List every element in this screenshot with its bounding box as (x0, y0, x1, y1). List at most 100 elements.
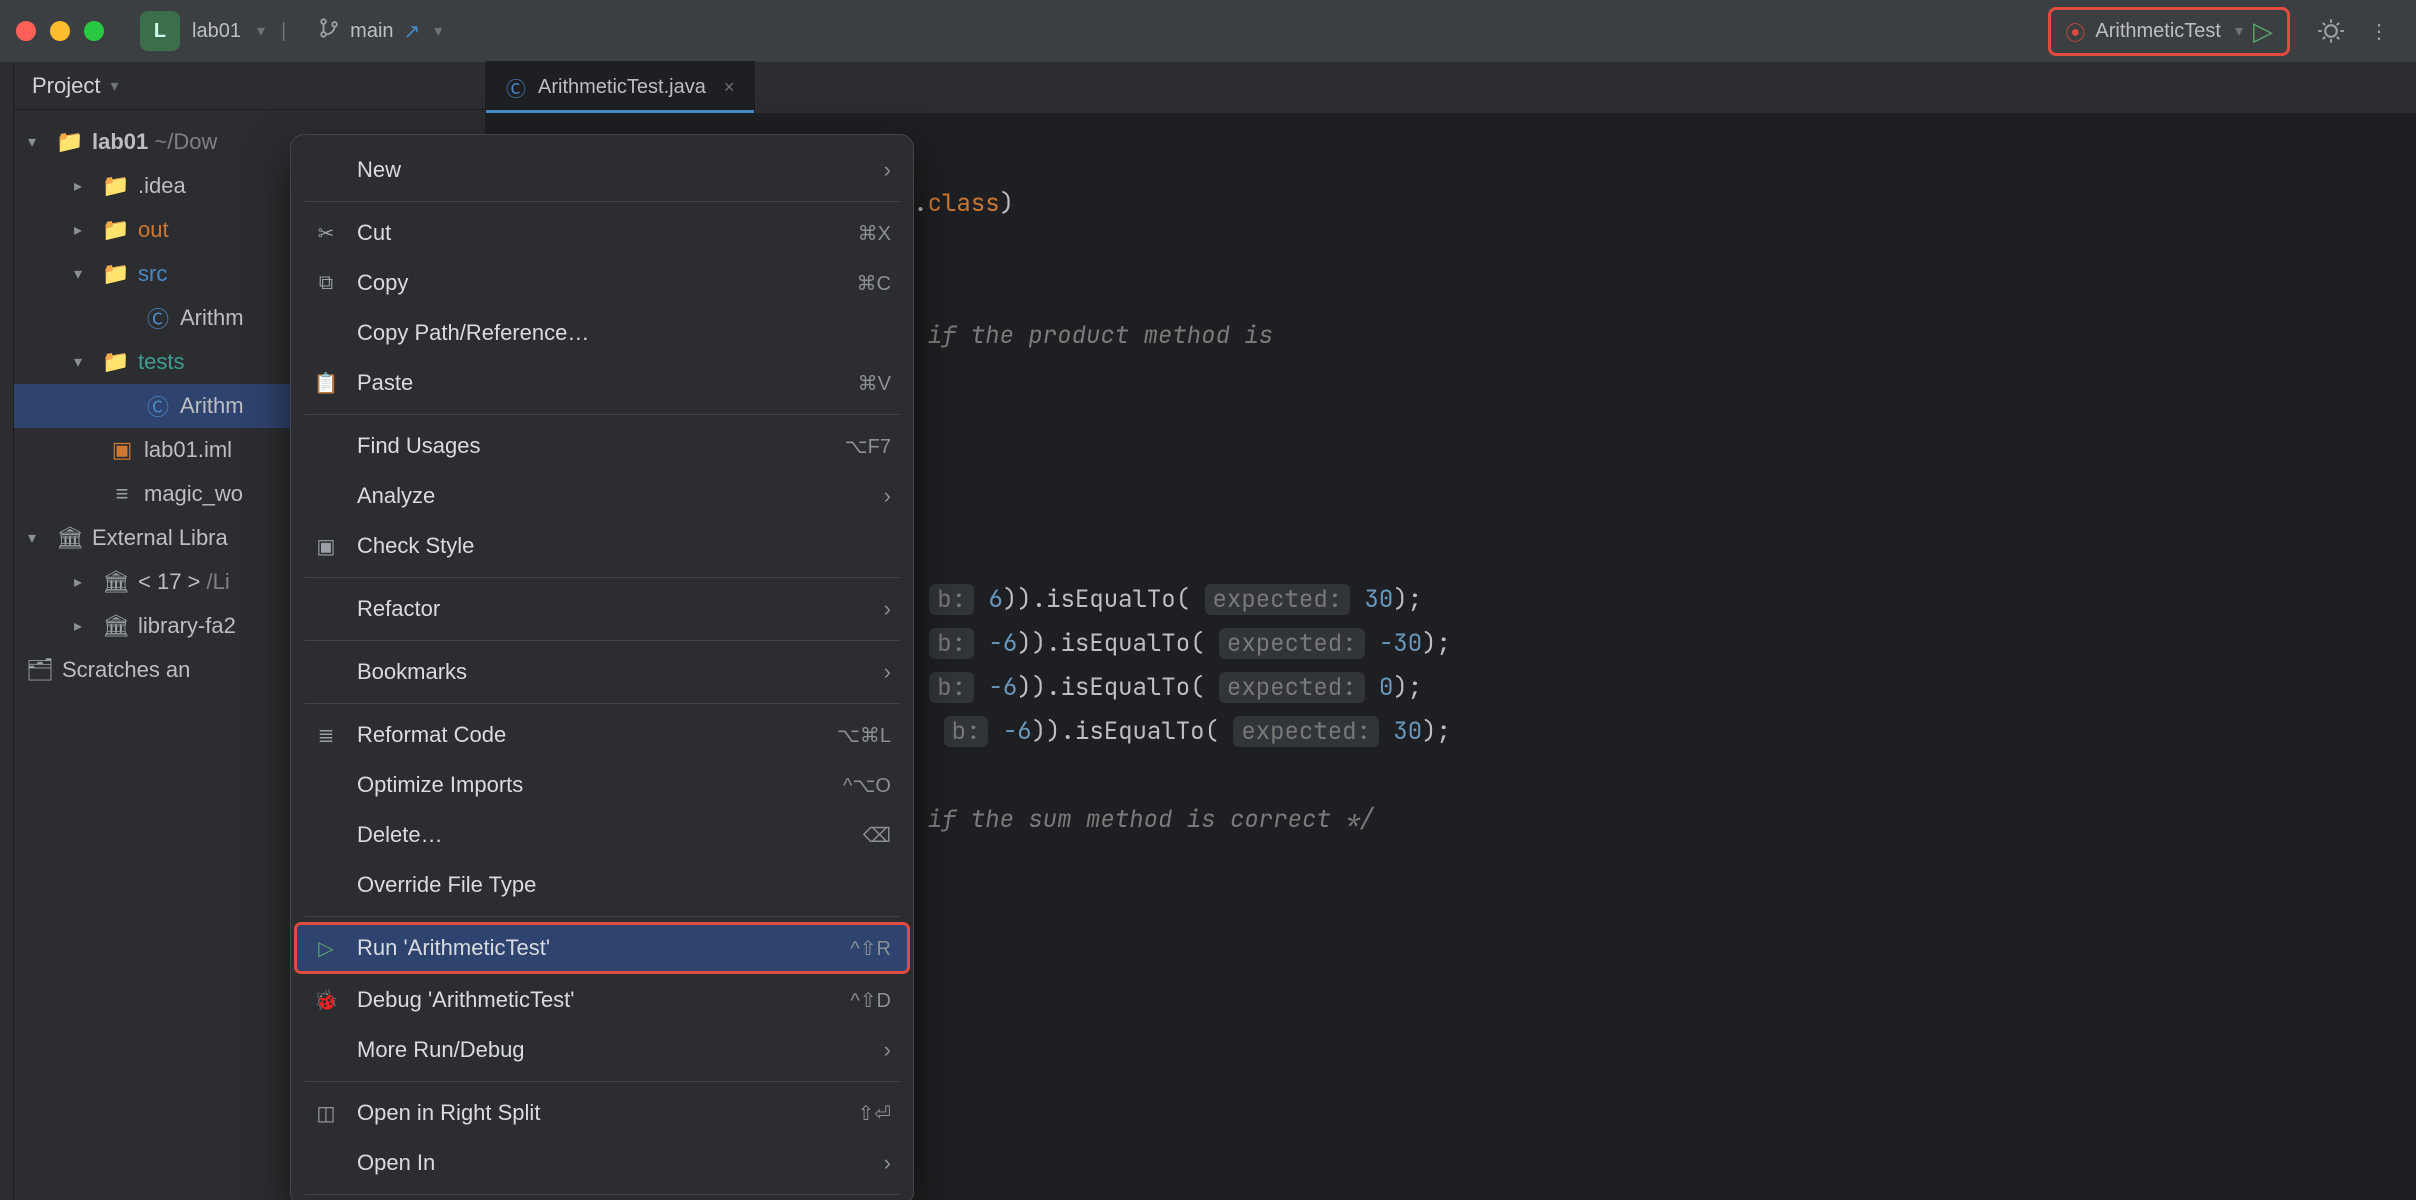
text-file-icon: ≡ (110, 481, 134, 507)
tree-label: tests (138, 349, 184, 375)
chevron-right-icon: ▸ (74, 220, 94, 240)
menu-label: Analyze (357, 483, 866, 509)
menu-debug-test[interactable]: 🐞 Debug 'ArithmeticTest' ^⇧D (291, 975, 913, 1025)
copy-icon: ⧉ (313, 272, 339, 295)
menu-separator (305, 703, 899, 704)
menu-shortcut: ⌫ (863, 823, 891, 848)
menu-more-run-debug[interactable]: More Run/Debug (291, 1025, 913, 1075)
menu-copy[interactable]: ⧉ Copy ⌘C (291, 258, 913, 308)
menu-bookmarks[interactable]: Bookmarks (291, 647, 913, 697)
menu-shortcut: ^⇧R (850, 936, 891, 961)
project-selector[interactable]: L lab01 ▾ (130, 7, 275, 55)
code-num: 6 (988, 584, 1002, 615)
scratch-icon: 🗂 (28, 657, 52, 683)
menu-find-usages[interactable]: Find Usages ⌥F7 (291, 421, 913, 471)
git-branch-selector[interactable]: main ↗ ▾ (318, 17, 442, 45)
menu-separator (305, 577, 899, 578)
menu-delete[interactable]: Delete… ⌫ (291, 810, 913, 860)
menu-open-right-split[interactable]: ◫ Open in Right Split ⇧⏎ (291, 1088, 913, 1138)
menu-cut[interactable]: ✂ Cut ⌘X (291, 208, 913, 258)
folder-icon: 📁 (104, 349, 128, 375)
close-icon[interactable]: × (724, 77, 735, 98)
run-config-selector[interactable]: ⦿ ArithmeticTest ▾ ▷ (2048, 7, 2290, 56)
more-button[interactable]: ⋮ (2358, 10, 2400, 52)
menu-reformat[interactable]: ≣ Reformat Code ⌥⌘L (291, 710, 913, 760)
code-num: 30 (1365, 584, 1394, 615)
menu-optimize[interactable]: Optimize Imports ^⌥O (291, 760, 913, 810)
branch-icon (318, 17, 340, 45)
tree-label: .idea (138, 173, 186, 199)
iml-icon: ▣ (110, 437, 134, 463)
param-label: b: (937, 672, 966, 703)
folder-icon: 📁 (58, 129, 82, 155)
tree-label: Scratches an (62, 657, 190, 683)
menu-separator (305, 640, 899, 641)
separator: | (281, 20, 286, 43)
folder-icon: 📁 (104, 217, 128, 243)
reformat-icon: ≣ (313, 723, 339, 748)
chevron-down-icon: ▾ (28, 132, 48, 152)
tree-label: library-fa2 (138, 613, 236, 639)
code-keyword: class (928, 188, 1000, 219)
tab-label: ArithmeticTest.java (538, 76, 706, 99)
zoom-window-button[interactable] (84, 21, 104, 41)
menu-open-in[interactable]: Open In (291, 1138, 913, 1188)
arrow-out-icon: ↗ (404, 19, 421, 44)
menu-label: Open in Right Split (357, 1100, 839, 1126)
menu-shortcut: ⌘X (858, 221, 891, 246)
chevron-down-icon: ▾ (434, 21, 442, 41)
tree-label: External Libra (92, 525, 228, 551)
minimize-window-button[interactable] (50, 21, 70, 41)
menu-label: More Run/Debug (357, 1037, 866, 1063)
menu-label: Find Usages (357, 433, 827, 459)
chevron-down-icon: ▾ (2235, 21, 2243, 41)
menu-label: Cut (357, 220, 840, 246)
code-text: .isEqualTo( (1046, 672, 1204, 703)
tool-stripe (0, 62, 14, 1200)
menu-check-style[interactable]: ▣ Check Style (291, 521, 913, 571)
run-config-icon: ⦿ (2065, 17, 2085, 46)
code-text: .isEqualTo( (1061, 716, 1219, 747)
editor-tab[interactable]: Ⓒ ArithmeticTest.java × (486, 61, 755, 113)
project-avatar: L (140, 11, 180, 51)
menu-label: Copy Path/Reference… (357, 320, 891, 346)
bug-icon: 🐞 (313, 988, 339, 1013)
java-class-icon: Ⓒ (506, 73, 526, 102)
tree-hint: ~/Dow (154, 129, 217, 154)
menu-label: Delete… (357, 822, 845, 848)
chevron-right-icon: ▸ (74, 176, 94, 196)
project-tool-title[interactable]: Project ▾ (14, 62, 485, 110)
menu-label: New (357, 157, 866, 183)
project-title-label: Project (32, 73, 100, 99)
param-label: b: (937, 584, 966, 615)
param-label: b: (952, 716, 981, 747)
menu-separator (305, 916, 899, 917)
tree-label: Arithm (180, 305, 244, 331)
window-controls (16, 21, 104, 41)
menu-refactor[interactable]: Refactor (291, 584, 913, 634)
menu-label: Bookmarks (357, 659, 866, 685)
titlebar: L lab01 ▾ | main ↗ ▾ ⦿ ArithmeticTest ▾ … (0, 0, 2416, 62)
tree-label: lab01.iml (144, 437, 232, 463)
menu-label: Refactor (357, 596, 866, 622)
menu-shortcut: ⌥⌘L (837, 723, 891, 748)
chevron-right-icon: ▸ (74, 572, 94, 592)
menu-override-type[interactable]: Override File Type (291, 860, 913, 910)
tree-label: src (138, 261, 167, 287)
menu-copy-path[interactable]: Copy Path/Reference… (291, 308, 913, 358)
menu-paste[interactable]: 📋 Paste ⌘V (291, 358, 913, 408)
menu-shortcut: ⌘C (857, 271, 891, 296)
debug-button[interactable] (2310, 10, 2352, 52)
menu-shortcut: ⌥F7 (845, 434, 891, 459)
menu-new[interactable]: New (291, 145, 913, 195)
menu-shortcut: ⌘V (858, 371, 891, 396)
play-icon: ▷ (313, 936, 339, 961)
run-button-icon[interactable]: ▷ (2253, 16, 2273, 47)
menu-analyze[interactable]: Analyze (291, 471, 913, 521)
menu-label: Debug 'ArithmeticTest' (357, 987, 832, 1013)
menu-label: Open In (357, 1150, 866, 1176)
chevron-right-icon: ▸ (74, 616, 94, 636)
menu-run-test[interactable]: ▷ Run 'ArithmeticTest' ^⇧R (295, 923, 909, 973)
library-icon: 🏛 (104, 569, 128, 595)
close-window-button[interactable] (16, 21, 36, 41)
